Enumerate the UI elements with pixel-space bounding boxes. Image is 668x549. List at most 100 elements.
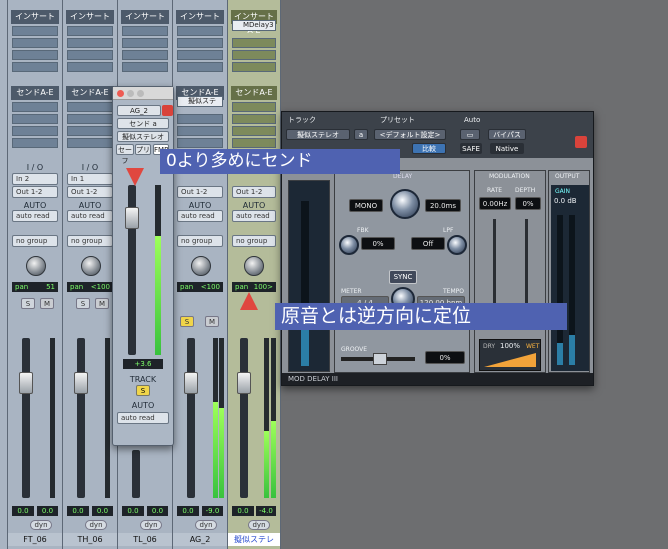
pan-knob[interactable] xyxy=(191,256,211,276)
pan-knob[interactable] xyxy=(26,256,46,276)
send-slot[interactable] xyxy=(12,114,58,124)
popup-titlebar[interactable] xyxy=(113,87,173,100)
automation-mode-select[interactable]: auto read xyxy=(232,210,276,222)
volume-fader-cap[interactable] xyxy=(184,372,198,394)
output-selector[interactable]: Out 1-2 xyxy=(177,186,223,198)
fbk-display[interactable]: 0% xyxy=(361,237,395,250)
automation-mode-select[interactable]: auto read xyxy=(177,210,223,222)
input-selector[interactable]: In 1 xyxy=(67,173,113,185)
dyn-button[interactable]: dyn xyxy=(30,520,52,530)
track-name[interactable]: TL_06 xyxy=(118,533,172,546)
track-name[interactable]: AG_2 xyxy=(173,533,227,546)
insert-slot[interactable] xyxy=(67,38,113,48)
send-select[interactable]: センド a xyxy=(117,118,169,129)
fbk-knob[interactable] xyxy=(339,235,359,255)
safe-button[interactable]: セーフ xyxy=(116,144,134,165)
send-slot[interactable] xyxy=(67,102,113,112)
lpf-display[interactable]: Off xyxy=(411,237,445,250)
insert-slot[interactable] xyxy=(122,26,168,36)
volume-fader-cap[interactable] xyxy=(74,372,88,394)
insert-slot[interactable] xyxy=(67,50,113,60)
send-automation-select[interactable]: auto read xyxy=(117,412,169,424)
insert-slot[interactable] xyxy=(67,62,113,72)
preset-select[interactable]: <デフォルト設定> xyxy=(374,129,446,140)
pre-button[interactable]: プリ xyxy=(135,144,151,155)
mute-button[interactable]: M xyxy=(40,298,54,309)
insert-slot[interactable] xyxy=(122,62,168,72)
solo-button[interactable]: S xyxy=(76,298,90,309)
send-fader-cap[interactable] xyxy=(125,207,139,229)
insert-slot[interactable] xyxy=(122,50,168,60)
volume-fader-track[interactable] xyxy=(22,338,30,498)
delay-time-display[interactable]: 20.0ms xyxy=(425,199,461,212)
group-select[interactable]: no group xyxy=(12,235,58,247)
delay-time-knob[interactable] xyxy=(390,189,420,219)
send-slot[interactable] xyxy=(232,138,276,148)
output-selector[interactable]: Out 1-2 xyxy=(232,186,276,198)
track-name[interactable]: TH_06 xyxy=(63,533,117,546)
preset-menu-button[interactable]: ▭ xyxy=(460,129,480,140)
solo-button[interactable]: S xyxy=(21,298,35,309)
output-selector[interactable]: Out 1-2 xyxy=(12,186,58,198)
insert-slot[interactable] xyxy=(122,38,168,48)
insert-slot[interactable] xyxy=(232,62,276,72)
send-name-field[interactable]: AG_2 xyxy=(117,105,161,116)
compare-button[interactable]: 比較 xyxy=(412,143,446,154)
send-slot[interactable] xyxy=(12,102,58,112)
insert-slot[interactable] xyxy=(177,62,223,72)
track-select[interactable]: 擬似ステレオ xyxy=(286,129,350,140)
insert-slot[interactable] xyxy=(232,38,276,48)
volume-fader-track[interactable] xyxy=(132,450,140,498)
mix-wedge[interactable] xyxy=(484,353,536,367)
insert-slot[interactable] xyxy=(12,62,58,72)
insert-slot[interactable] xyxy=(12,26,58,36)
insert-slot[interactable] xyxy=(177,38,223,48)
send-slot[interactable] xyxy=(177,114,223,124)
rate-display[interactable]: 0.00Hz xyxy=(479,197,511,210)
send-slot[interactable] xyxy=(232,102,276,112)
lpf-knob[interactable] xyxy=(447,235,467,255)
insert-slot[interactable] xyxy=(177,50,223,60)
track-name[interactable]: FT_06 xyxy=(8,533,62,546)
input-selector[interactable]: In 2 xyxy=(12,173,58,185)
send-slot[interactable] xyxy=(177,126,223,136)
insert-slot[interactable] xyxy=(12,38,58,48)
track-solo-button[interactable]: S xyxy=(136,385,150,396)
send-slot[interactable] xyxy=(67,138,113,148)
group-select[interactable]: no group xyxy=(232,235,276,247)
groove-slider-handle[interactable] xyxy=(373,353,387,365)
pan-knob[interactable] xyxy=(81,256,101,276)
plugin-insert-icon[interactable] xyxy=(575,136,587,148)
dyn-button[interactable]: dyn xyxy=(195,520,217,530)
automation-mode-select[interactable]: auto read xyxy=(67,210,113,222)
send-slot-active[interactable]: 擬似ステ xyxy=(177,96,223,107)
insert-slot[interactable] xyxy=(12,50,58,60)
automation-mode-select[interactable]: auto read xyxy=(12,210,58,222)
insert-slot[interactable] xyxy=(232,50,276,60)
insert-slot-mdelay[interactable]: MDelay3 xyxy=(232,20,276,31)
insert-slot[interactable] xyxy=(67,26,113,36)
minimize-icon[interactable] xyxy=(127,90,134,97)
depth-display[interactable]: 0% xyxy=(515,197,541,210)
zoom-icon[interactable] xyxy=(137,90,144,97)
mute-button[interactable]: M xyxy=(205,316,219,327)
safe-button[interactable]: SAFE xyxy=(460,143,482,154)
group-select[interactable]: no group xyxy=(177,235,223,247)
dyn-button[interactable]: dyn xyxy=(85,520,107,530)
send-target-select[interactable]: 擬似ステレオ xyxy=(117,131,169,142)
group-select[interactable]: no group xyxy=(67,235,113,247)
volume-fader-cap[interactable] xyxy=(19,372,33,394)
mute-button[interactable]: M xyxy=(95,298,109,309)
dyn-button[interactable]: dyn xyxy=(248,520,270,530)
send-slot[interactable] xyxy=(12,126,58,136)
volume-fader-track[interactable] xyxy=(187,338,195,498)
pan-knob[interactable] xyxy=(244,256,264,276)
send-slot[interactable] xyxy=(12,138,58,148)
sync-button[interactable]: SYNC xyxy=(389,270,417,284)
output-selector[interactable]: Out 1-2 xyxy=(67,186,113,198)
insert-slot[interactable] xyxy=(177,26,223,36)
native-button[interactable]: Native xyxy=(490,143,524,154)
send-slot[interactable] xyxy=(232,126,276,136)
volume-fader-cap[interactable] xyxy=(237,372,251,394)
track-name[interactable]: 擬似ステレ xyxy=(228,533,280,546)
